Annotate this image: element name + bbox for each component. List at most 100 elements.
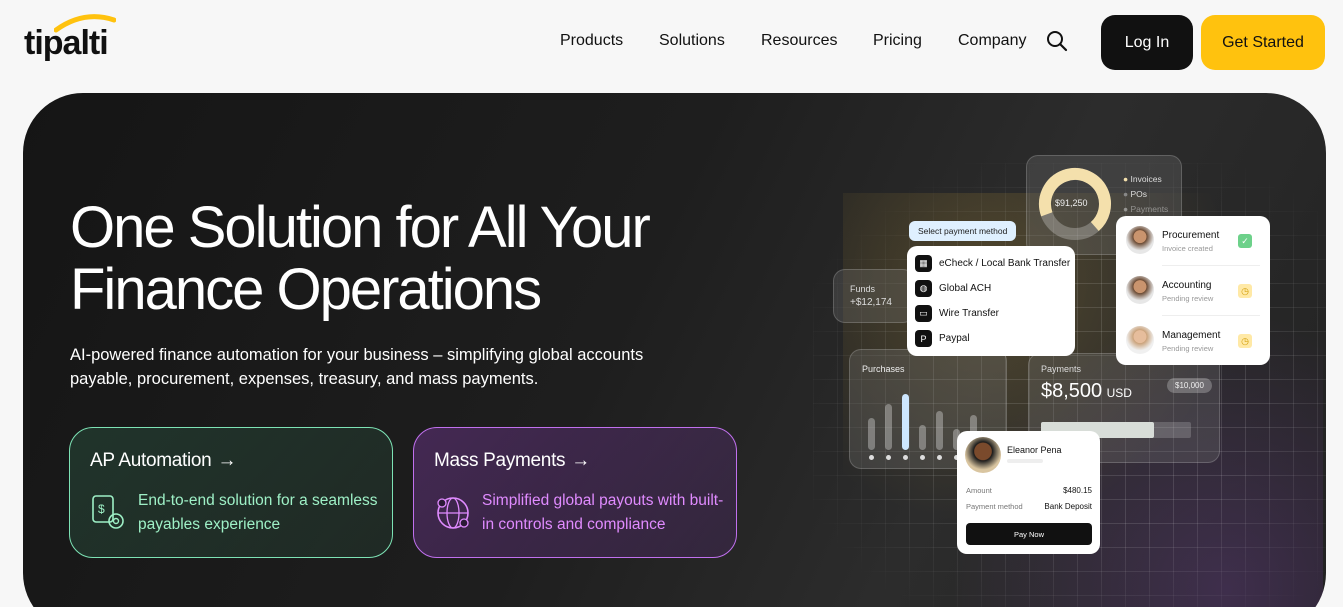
tipalti-logo[interactable]: tipalti [24, 14, 120, 64]
funds-label: Funds [850, 284, 876, 294]
purchase-bar-dot [903, 455, 908, 460]
donut-amount: $91,250 [1055, 198, 1088, 208]
method-label: Payment method [966, 502, 1023, 511]
payments-label: Payments [1041, 364, 1082, 374]
purchase-bar-dot [869, 455, 874, 460]
avatar [1126, 326, 1154, 354]
hero-subtitle-line1: AI-powered finance automation for your b… [70, 346, 644, 364]
payment-option-wire[interactable]: ▭ Wire Transfer [915, 305, 999, 322]
svg-text:$: $ [98, 502, 105, 516]
amount-label: Amount [966, 486, 992, 495]
invoice-gear-icon: $ [92, 495, 124, 529]
divider [1162, 315, 1260, 316]
payment-option-paypal[interactable]: P Paypal [915, 330, 970, 347]
payee-name: Eleanor Pena [1007, 445, 1062, 455]
payee-card: Eleanor Pena Amount $480.15 Payment meth… [957, 431, 1100, 554]
card-title: Mass Payments → [434, 450, 590, 472]
purchase-bar [919, 425, 926, 460]
payment-option-label: Global ACH [939, 283, 992, 294]
card-description: End-to-end solution for a seamless payabl… [138, 489, 383, 537]
nav-pricing[interactable]: Pricing [873, 32, 922, 50]
card-title-text: AP Automation [90, 450, 212, 471]
purchase-bar-dot [886, 455, 891, 460]
payment-option-label: Paypal [939, 333, 970, 344]
legend-invoices-label: Invoices [1130, 174, 1162, 184]
card-title-text: Mass Payments [434, 450, 566, 471]
payment-option-label: eCheck / Local Bank Transfer [939, 258, 1071, 269]
avatar [1126, 226, 1154, 254]
legend-invoices: ● Invoices [1123, 174, 1162, 184]
approval-name: Management [1162, 330, 1221, 341]
funds-widget: Funds +$12,174 [833, 269, 915, 323]
globe-currency-icon [437, 497, 469, 529]
avatar [1126, 276, 1154, 304]
pay-now-button[interactable]: Pay Now [966, 523, 1092, 545]
hero-title-line1: One Solution for All Your [70, 195, 651, 260]
logo-text: tipalti [24, 24, 109, 62]
payment-option-echeck[interactable]: ▦ eCheck / Local Bank Transfer [915, 255, 1070, 272]
divider [1162, 265, 1260, 266]
card-desc-line2: payables experience [138, 516, 281, 533]
legend-pos-label: POs [1130, 189, 1148, 199]
nav-solutions[interactable]: Solutions [659, 32, 725, 50]
clock-icon: ◷ [1238, 284, 1252, 298]
approval-name: Accounting [1162, 280, 1212, 291]
hero-subtitle-line2: payable, procurement, expenses, treasury… [70, 370, 539, 388]
legend-payments: ● Payments [1123, 204, 1169, 214]
approvals-card: Procurement Invoice created ✓ Accounting… [1116, 216, 1270, 365]
bank-icon: ▦ [915, 255, 932, 272]
purchase-bar-dot [937, 455, 942, 460]
legend-pos: ● POs [1123, 189, 1148, 199]
globe-icon: ◍ [915, 280, 932, 297]
donut-legend: ● Invoices ● POs ● Payments [1123, 172, 1168, 217]
clock-icon: ◷ [1238, 334, 1252, 348]
payment-methods-card: ▦ eCheck / Local Bank Transfer ◍ Global AC… [907, 246, 1075, 356]
payments-limit: $10,000 [1167, 378, 1212, 393]
nav-company[interactable]: Company [958, 32, 1026, 50]
payment-option-ach[interactable]: ◍ Global ACH [915, 280, 991, 297]
card-title: AP Automation → [90, 450, 236, 472]
hero-title-line2: Finance Operations [70, 257, 542, 322]
arrow-right-icon: → [571, 450, 590, 471]
method-value: Bank Deposit [1044, 502, 1092, 511]
purchase-bar [885, 404, 892, 460]
payment-option-label: Wire Transfer [939, 308, 1000, 319]
purchase-bar-dot [920, 455, 925, 460]
site-header: tipalti Products Solutions Resources Pri… [0, 0, 1343, 85]
funds-value: +$12,174 [850, 297, 892, 308]
approval-name: Procurement [1162, 230, 1220, 241]
check-icon: ✓ [1238, 234, 1252, 248]
get-started-button[interactable]: Get Started [1201, 15, 1325, 70]
approval-status: Invoice created [1162, 244, 1213, 253]
purchase-bar [868, 418, 875, 460]
card-desc-line2: in controls and compliance [482, 516, 666, 533]
payee-placeholder-line [1007, 459, 1043, 463]
payments-currency: USD [1106, 386, 1132, 400]
hero-title: One Solution for All Your Finance Operat… [70, 197, 710, 321]
hero-subtitle: AI-powered finance automation for your b… [70, 343, 680, 391]
hero-section: One Solution for All Your Finance Operat… [23, 93, 1326, 607]
arrow-right-icon: → [217, 450, 237, 471]
legend-payments-label: Payments [1130, 204, 1169, 214]
ap-automation-card[interactable]: AP Automation → $ End-to-end solution for… [69, 427, 393, 558]
approval-row-management[interactable]: Management Pending review ◷ [1126, 322, 1258, 362]
mass-payments-card[interactable]: Mass Payments → Simplified global payouts… [413, 427, 737, 558]
search-icon[interactable] [1046, 30, 1068, 52]
payments-amount-row: $8,500 USD [1041, 380, 1132, 403]
purchase-bar [936, 411, 943, 460]
paypal-icon: P [915, 330, 932, 347]
nav-products[interactable]: Products [560, 32, 623, 50]
transfer-icon: ▭ [915, 305, 932, 322]
approval-row-accounting[interactable]: Accounting Pending review ◷ [1126, 272, 1258, 312]
payments-amount: $8,500 [1041, 380, 1103, 402]
approval-row-procurement[interactable]: Procurement Invoice created ✓ [1126, 222, 1258, 262]
login-button[interactable]: Log In [1101, 15, 1193, 70]
card-desc-line1: End-to-end solution for a seamless [138, 492, 378, 509]
select-payment-method-pill[interactable]: Select payment method [909, 221, 1017, 241]
purchase-bar [902, 394, 909, 460]
amount-value: $480.15 [1063, 486, 1092, 495]
card-desc-line1: Simplified global payouts with built- [482, 492, 724, 509]
approval-status: Pending review [1162, 294, 1214, 303]
payee-avatar [965, 437, 1001, 473]
nav-resources[interactable]: Resources [761, 32, 837, 50]
